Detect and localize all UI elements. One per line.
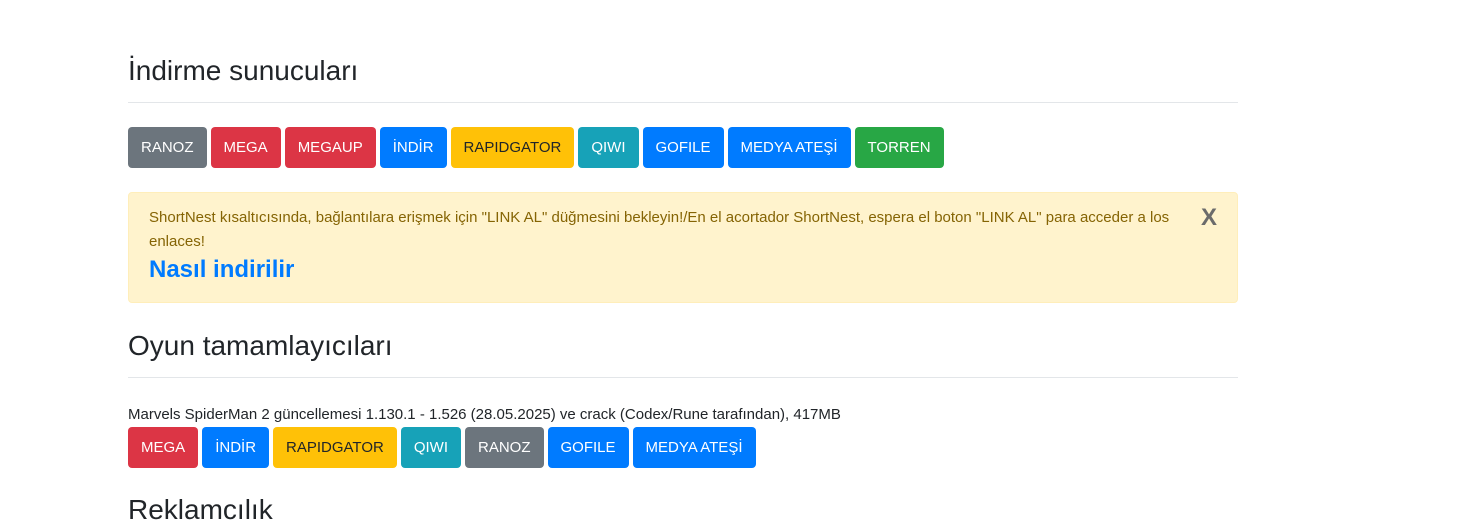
update-description: Marvels SpiderMan 2 güncellemesi 1.130.1… <box>128 406 841 423</box>
update-button-gofile[interactable]: GOFILE <box>547 427 629 468</box>
close-icon[interactable]: X <box>1201 204 1217 232</box>
update-button-rapidgator[interactable]: RAPIDGATOR <box>273 427 397 468</box>
update-download-buttons: MEGA İNDİR RAPIDGATOR QIWI RANOZ GOFILE … <box>128 427 1238 468</box>
server-button-indir[interactable]: İNDİR <box>379 127 447 168</box>
update-button-indir[interactable]: İNDİR <box>202 427 270 468</box>
server-button-medya-atesi[interactable]: MEDYA ATEŞİ <box>727 127 851 168</box>
main-content: İndirme sunucuları RANOZ MEGA MEGAUP İND… <box>128 0 1238 527</box>
server-button-ranoz[interactable]: RANOZ <box>128 127 207 168</box>
server-button-gofile[interactable]: GOFILE <box>642 127 724 168</box>
server-button-mega[interactable]: MEGA <box>210 127 281 168</box>
server-button-torren[interactable]: TORREN <box>854 127 944 168</box>
shortnest-notice-alert: ShortNest kısaltıcısında, bağlantılara e… <box>128 192 1238 303</box>
advertising-heading: Reklamcılık <box>128 494 273 525</box>
update-button-mega[interactable]: MEGA <box>128 427 199 468</box>
divider <box>128 377 1238 378</box>
server-button-megaup[interactable]: MEGAUP <box>284 127 376 168</box>
divider <box>128 102 1238 103</box>
server-button-rapidgator[interactable]: RAPIDGATOR <box>450 127 575 168</box>
server-button-qiwi[interactable]: QIWI <box>578 127 639 168</box>
download-servers-buttons: RANOZ MEGA MEGAUP İNDİR RAPIDGATOR QIWI … <box>128 127 1238 168</box>
download-servers-heading: İndirme sunucuları <box>128 55 359 86</box>
update-button-medya-atesi[interactable]: MEDYA ATEŞİ <box>632 427 756 468</box>
update-button-ranoz[interactable]: RANOZ <box>465 427 544 468</box>
alert-message: ShortNest kısaltıcısında, bağlantılara e… <box>149 209 1170 250</box>
game-addons-heading: Oyun tamamlayıcıları <box>128 330 393 361</box>
how-to-download-link[interactable]: Nasıl indirilir <box>149 256 1199 284</box>
update-button-qiwi[interactable]: QIWI <box>400 427 461 468</box>
